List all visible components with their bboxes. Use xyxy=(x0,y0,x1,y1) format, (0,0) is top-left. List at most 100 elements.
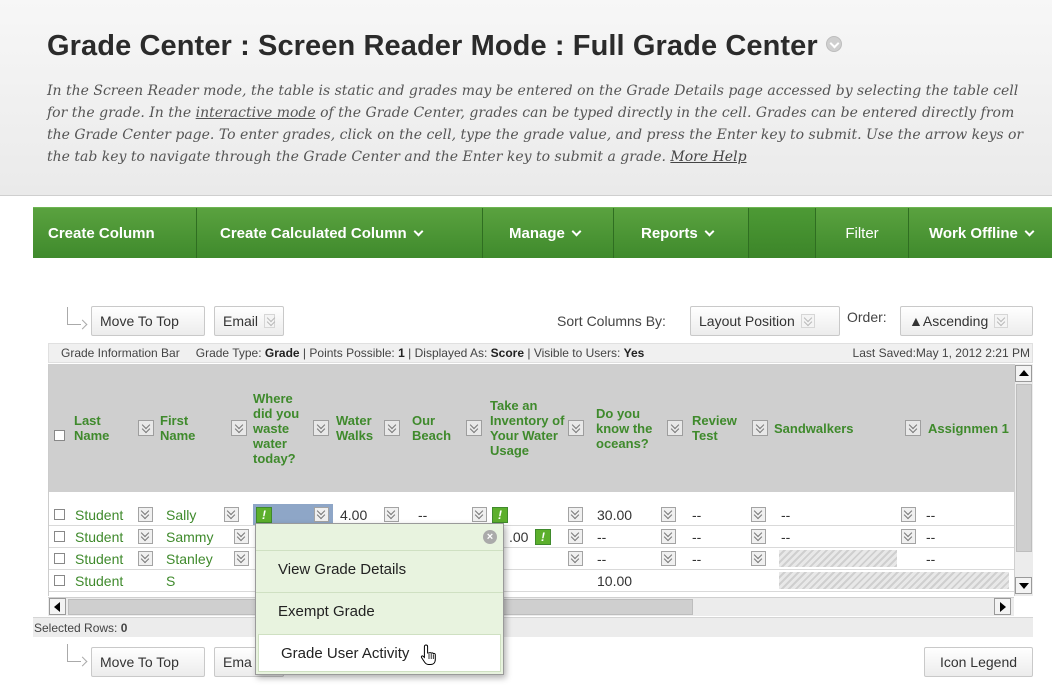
chevron-down-icon[interactable] xyxy=(384,507,399,522)
cell-first-name[interactable]: Sally xyxy=(166,504,196,525)
chevron-down-icon[interactable] xyxy=(661,507,676,522)
cell-review[interactable]: -- xyxy=(692,504,701,525)
chevron-down-icon xyxy=(704,226,715,236)
cell-first-name[interactable]: S xyxy=(166,570,175,591)
chevron-down-icon[interactable] xyxy=(466,420,482,436)
chevron-down-icon[interactable] xyxy=(901,507,916,522)
filter-button[interactable]: Filter xyxy=(816,208,909,258)
interactive-mode-link[interactable]: interactive mode xyxy=(196,105,316,121)
work-offline-menu[interactable]: Work Offline xyxy=(909,208,1052,258)
chevron-down-icon[interactable] xyxy=(138,420,154,436)
scroll-up-button[interactable] xyxy=(1015,365,1032,382)
scroll-left-button[interactable] xyxy=(49,598,66,615)
more-help-link[interactable]: More Help xyxy=(670,149,746,165)
header-our-beach[interactable]: Our Beach xyxy=(412,364,482,492)
chevron-down-icon[interactable] xyxy=(901,529,916,544)
chevron-down-icon[interactable] xyxy=(138,551,153,566)
chevron-down-icon[interactable] xyxy=(752,420,768,436)
header-sandwalkers[interactable]: Sandwalkers xyxy=(774,364,921,492)
cell-review[interactable]: -- xyxy=(692,548,701,569)
cell-last-name[interactable]: Student xyxy=(75,548,123,569)
needs-grading-icon[interactable]: ! xyxy=(256,506,272,523)
chevron-down-icon[interactable] xyxy=(224,507,239,522)
chevron-down-icon[interactable] xyxy=(751,529,766,544)
reports-menu[interactable]: Reports xyxy=(614,208,749,258)
menu-item-view-grade-details[interactable]: View Grade Details xyxy=(256,550,503,588)
header-first-name[interactable]: First Name xyxy=(160,364,247,492)
chevron-down-icon[interactable] xyxy=(472,507,487,522)
cell-water-walks[interactable]: 4.00 xyxy=(340,504,367,525)
sort-columns-select[interactable]: Layout Position xyxy=(690,306,840,336)
create-calculated-column-button[interactable]: Create Calculated Column xyxy=(197,208,483,258)
cell-first-name[interactable]: Sammy xyxy=(166,526,213,547)
header-review-test[interactable]: Review Test xyxy=(692,364,768,492)
chevron-down-icon[interactable] xyxy=(384,420,400,436)
select-all-checkbox[interactable] xyxy=(54,430,65,441)
header-water-walks[interactable]: Water Walks xyxy=(336,364,400,492)
chevron-down-icon[interactable] xyxy=(751,507,766,522)
reports-label: Reports xyxy=(641,224,698,242)
menu-item-grade-user-activity[interactable]: Grade User Activity xyxy=(258,634,501,672)
cell-oceans[interactable]: 10.00 xyxy=(597,570,632,591)
needs-grading-icon[interactable]: ! xyxy=(492,506,508,523)
cell-oceans[interactable]: -- xyxy=(597,548,606,569)
chevron-down-icon[interactable] xyxy=(234,551,249,566)
cell-assignment[interactable]: -- xyxy=(926,548,935,569)
cell-assignment[interactable]: -- xyxy=(926,526,935,547)
row-checkbox[interactable] xyxy=(54,531,65,542)
chevron-down-icon[interactable] xyxy=(568,529,583,544)
chevron-down-icon[interactable] xyxy=(138,507,153,522)
header-where-waste[interactable]: Where did you waste water today? xyxy=(253,364,329,492)
scroll-down-button[interactable] xyxy=(1015,577,1032,594)
close-icon[interactable]: × xyxy=(483,530,497,544)
vertical-scroll-thumb[interactable] xyxy=(1016,384,1032,552)
cell-inventory[interactable]: .00 xyxy=(509,526,528,547)
header-assignment[interactable]: Assignmen 1 xyxy=(928,364,1014,492)
row-checkbox[interactable] xyxy=(54,575,65,586)
header-assignment-label: Assignmen 1 xyxy=(928,420,1009,436)
chevron-down-icon[interactable] xyxy=(138,529,153,544)
chevron-down-icon[interactable] xyxy=(751,551,766,566)
chevron-down-icon[interactable] xyxy=(231,420,247,436)
cell-sandwalkers[interactable]: -- xyxy=(781,504,790,525)
cell-first-name[interactable]: Stanley xyxy=(166,548,213,569)
row-checkbox[interactable] xyxy=(54,553,65,564)
chevron-down-icon[interactable] xyxy=(667,420,683,436)
vertical-scrollbar[interactable] xyxy=(1014,364,1033,596)
chevron-down-icon[interactable] xyxy=(661,529,676,544)
cell-sandwalkers[interactable]: -- xyxy=(781,526,790,547)
chevron-down-icon[interactable] xyxy=(313,420,329,436)
order-select[interactable]: ▲Ascending xyxy=(900,306,1033,336)
email-button[interactable]: Email xyxy=(214,306,284,336)
row-checkbox[interactable] xyxy=(54,509,65,520)
header-inventory-label: Take an Inventory of Your Water Usage xyxy=(490,398,565,458)
cell-assignment[interactable]: -- xyxy=(926,504,935,525)
chevron-down-icon[interactable] xyxy=(568,420,584,436)
move-to-top-button[interactable]: Move To Top xyxy=(91,306,205,336)
manage-menu[interactable]: Manage xyxy=(483,208,614,258)
cell-last-name[interactable]: Student xyxy=(75,526,123,547)
chevron-down-icon[interactable] xyxy=(568,507,583,522)
chevron-down-icon[interactable] xyxy=(234,529,249,544)
cell-review[interactable]: -- xyxy=(692,526,701,547)
cell-oceans[interactable]: -- xyxy=(597,526,606,547)
chevron-down-icon[interactable] xyxy=(905,420,921,436)
horizontal-scrollbar[interactable] xyxy=(48,597,1014,616)
cell-oceans[interactable]: 30.00 xyxy=(597,504,632,525)
cell-last-name[interactable]: Student xyxy=(75,504,123,525)
header-do-you-know[interactable]: Do you know the oceans? xyxy=(596,364,683,492)
scroll-right-button[interactable] xyxy=(994,598,1011,615)
create-column-button[interactable]: Create Column xyxy=(33,208,197,258)
icon-legend-button[interactable]: Icon Legend xyxy=(924,647,1033,677)
title-options-icon[interactable] xyxy=(825,36,842,52)
chevron-down-icon[interactable] xyxy=(568,551,583,566)
chevron-down-icon[interactable] xyxy=(314,507,329,522)
cell-our-beach[interactable]: -- xyxy=(418,504,427,525)
chevron-down-icon[interactable] xyxy=(661,551,676,566)
cell-last-name[interactable]: Student xyxy=(75,570,123,591)
menu-item-exempt-grade[interactable]: Exempt Grade xyxy=(256,592,503,630)
header-take-inventory[interactable]: Take an Inventory of Your Water Usage xyxy=(490,364,584,492)
needs-grading-icon[interactable]: ! xyxy=(535,528,551,545)
header-last-name[interactable]: Last Name xyxy=(74,364,154,492)
move-to-top-button-bottom[interactable]: Move To Top xyxy=(91,647,205,677)
